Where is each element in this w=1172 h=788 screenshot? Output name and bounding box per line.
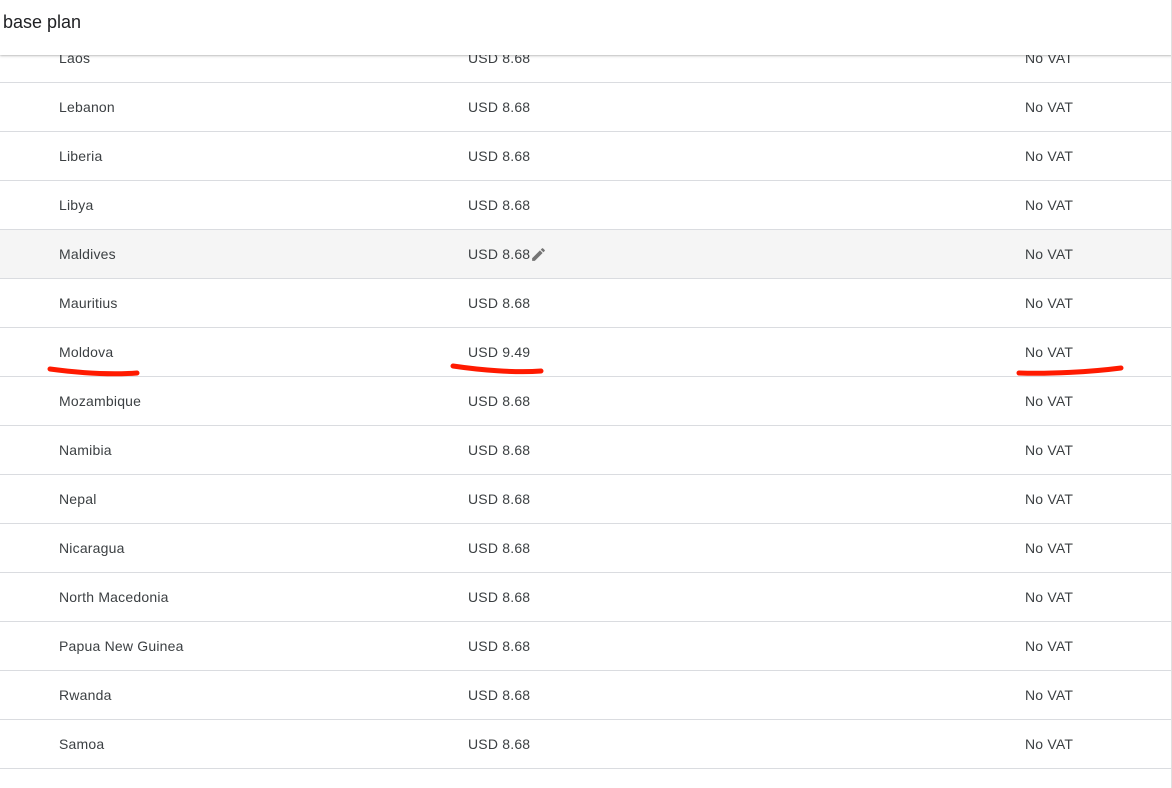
price-cell[interactable]: USD 8.68 xyxy=(468,83,530,131)
dialog-header: t base plan xyxy=(0,0,1172,55)
table-row[interactable]: Lebanon USD 8.68 No VAT xyxy=(0,83,1172,132)
price-cell[interactable]: USD 8.68 xyxy=(468,671,530,719)
country-cell: Nicaragua xyxy=(59,540,125,556)
table-row[interactable]: North Macedonia USD 8.68 No VAT xyxy=(0,573,1172,622)
dialog-title: t base plan xyxy=(0,12,82,32)
vat-cell: No VAT xyxy=(1025,589,1074,605)
table-row[interactable]: Libya USD 8.68 No VAT xyxy=(0,181,1172,230)
country-cell: Liberia xyxy=(59,148,103,164)
price-cell[interactable]: USD 8.68 xyxy=(468,230,530,278)
vat-cell: No VAT xyxy=(1025,344,1074,360)
price-table: Laos USD 8.68 No VAT Lebanon USD 8.68 No… xyxy=(0,34,1172,769)
vat-cell: No VAT xyxy=(1025,638,1074,654)
price-cell[interactable]: USD 8.68 xyxy=(468,279,530,327)
country-cell: Mozambique xyxy=(59,393,142,409)
country-cell: Nepal xyxy=(59,491,97,507)
price-cell[interactable]: USD 8.68 xyxy=(468,181,530,229)
country-cell: Libya xyxy=(59,197,94,213)
table-row[interactable]: Samoa USD 8.68 No VAT xyxy=(0,720,1172,769)
vat-cell: No VAT xyxy=(1025,442,1074,458)
price-cell[interactable]: USD 8.68 xyxy=(468,475,530,523)
country-cell: Lebanon xyxy=(59,99,115,115)
price-cell[interactable]: USD 8.68 xyxy=(468,720,530,768)
country-cell: Papua New Guinea xyxy=(59,638,184,654)
table-row[interactable]: Namibia USD 8.68 No VAT xyxy=(0,426,1172,475)
vat-cell: No VAT xyxy=(1025,393,1074,409)
table-row[interactable]: Liberia USD 8.68 No VAT xyxy=(0,132,1172,181)
country-cell: Maldives xyxy=(59,246,116,262)
price-cell[interactable]: USD 9.49 xyxy=(468,328,530,376)
vat-cell: No VAT xyxy=(1025,148,1074,164)
table-row[interactable]: Mauritius USD 8.68 No VAT xyxy=(0,279,1172,328)
vat-cell: No VAT xyxy=(1025,491,1074,507)
table-row[interactable]: Rwanda USD 8.68 No VAT xyxy=(0,671,1172,720)
table-row[interactable]: Nepal USD 8.68 No VAT xyxy=(0,475,1172,524)
price-cell[interactable]: USD 8.68 xyxy=(468,377,530,425)
table-row[interactable]: Nicaragua USD 8.68 No VAT xyxy=(0,524,1172,573)
vat-cell: No VAT xyxy=(1025,736,1074,752)
country-cell: Moldova xyxy=(59,344,114,360)
price-cell[interactable]: USD 8.68 xyxy=(468,426,530,474)
table-row-annotated[interactable]: Moldova USD 9.49 No VAT xyxy=(0,328,1172,377)
country-cell: North Macedonia xyxy=(59,589,169,605)
vat-cell: No VAT xyxy=(1025,687,1074,703)
vat-cell: No VAT xyxy=(1025,540,1074,556)
vat-cell: No VAT xyxy=(1025,295,1074,311)
country-cell: Rwanda xyxy=(59,687,112,703)
country-cell: Samoa xyxy=(59,736,105,752)
country-cell: Namibia xyxy=(59,442,112,458)
edit-pencil-icon[interactable] xyxy=(530,246,547,263)
price-cell[interactable]: USD 8.68 xyxy=(468,132,530,180)
table-row-hovered[interactable]: Maldives USD 8.68 No VAT xyxy=(0,230,1172,279)
vat-cell: No VAT xyxy=(1025,246,1074,262)
vat-cell: No VAT xyxy=(1025,197,1074,213)
table-row[interactable]: Mozambique USD 8.68 No VAT xyxy=(0,377,1172,426)
price-cell[interactable]: USD 8.68 xyxy=(468,622,530,670)
price-cell[interactable]: USD 8.68 xyxy=(468,524,530,572)
table-row[interactable]: Papua New Guinea USD 8.68 No VAT xyxy=(0,622,1172,671)
vat-cell: No VAT xyxy=(1025,99,1074,115)
price-cell[interactable]: USD 8.68 xyxy=(468,573,530,621)
country-cell: Mauritius xyxy=(59,295,118,311)
